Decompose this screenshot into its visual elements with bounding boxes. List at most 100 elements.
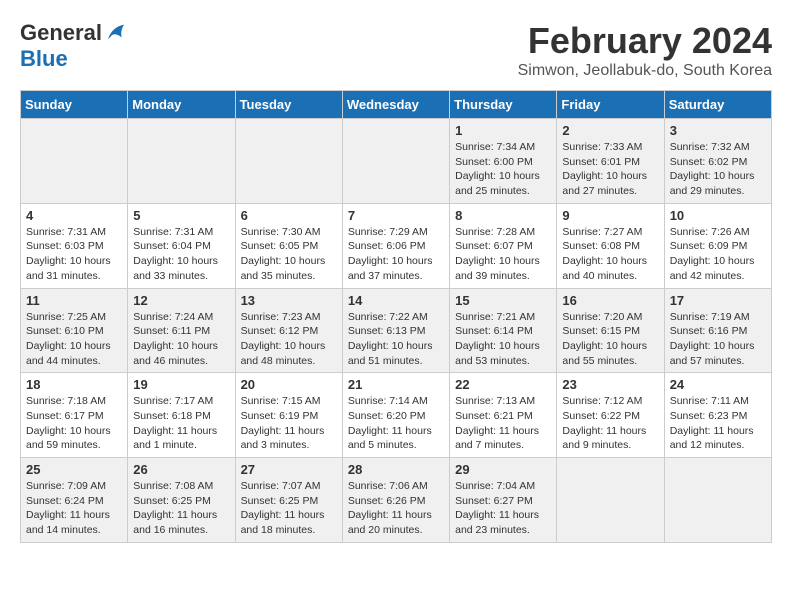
day-info: Sunrise: 7:24 AM Sunset: 6:11 PM Dayligh… — [133, 310, 229, 369]
table-row: 25 Sunrise: 7:09 AM Sunset: 6:24 PM Dayli… — [21, 458, 128, 543]
calendar-week-row: 25 Sunrise: 7:09 AM Sunset: 6:24 PM Dayli… — [21, 458, 772, 543]
header-saturday: Saturday — [664, 91, 771, 119]
table-row: 7 Sunrise: 7:29 AM Sunset: 6:06 PM Daylig… — [342, 203, 449, 288]
table-row: 15 Sunrise: 7:21 AM Sunset: 6:14 PM Dayli… — [450, 288, 557, 373]
header-friday: Friday — [557, 91, 664, 119]
day-number: 2 — [562, 123, 658, 138]
day-number: 13 — [241, 293, 337, 308]
day-number: 3 — [670, 123, 766, 138]
table-row: 12 Sunrise: 7:24 AM Sunset: 6:11 PM Dayli… — [128, 288, 235, 373]
day-info: Sunrise: 7:09 AM Sunset: 6:24 PM Dayligh… — [26, 479, 122, 538]
day-info: Sunrise: 7:31 AM Sunset: 6:04 PM Dayligh… — [133, 225, 229, 284]
calendar-week-row: 1 Sunrise: 7:34 AM Sunset: 6:00 PM Daylig… — [21, 119, 772, 204]
table-row: 23 Sunrise: 7:12 AM Sunset: 6:22 PM Dayli… — [557, 373, 664, 458]
day-number: 5 — [133, 208, 229, 223]
header-thursday: Thursday — [450, 91, 557, 119]
table-row: 1 Sunrise: 7:34 AM Sunset: 6:00 PM Daylig… — [450, 119, 557, 204]
day-number: 12 — [133, 293, 229, 308]
day-info: Sunrise: 7:21 AM Sunset: 6:14 PM Dayligh… — [455, 310, 551, 369]
day-number: 27 — [241, 462, 337, 477]
day-info: Sunrise: 7:19 AM Sunset: 6:16 PM Dayligh… — [670, 310, 766, 369]
calendar-table: Sunday Monday Tuesday Wednesday Thursday… — [20, 90, 772, 543]
table-row: 14Sunrise: 7:22 AM Sunset: 6:13 PM Dayli… — [342, 288, 449, 373]
calendar-week-row: 18 Sunrise: 7:18 AM Sunset: 6:17 PM Dayli… — [21, 373, 772, 458]
day-number: 8 — [455, 208, 551, 223]
day-number: 22 — [455, 377, 551, 392]
calendar-header-row: Sunday Monday Tuesday Wednesday Thursday… — [21, 91, 772, 119]
table-row: 2 Sunrise: 7:33 AM Sunset: 6:01 PM Daylig… — [557, 119, 664, 204]
table-row: 22 Sunrise: 7:13 AM Sunset: 6:21 PM Dayli… — [450, 373, 557, 458]
day-number: 10 — [670, 208, 766, 223]
day-number: 17 — [670, 293, 766, 308]
header-monday: Monday — [128, 91, 235, 119]
table-row — [557, 458, 664, 543]
day-number: 19 — [133, 377, 229, 392]
logo-bird-icon — [104, 23, 128, 43]
day-info: Sunrise: 7:12 AM Sunset: 6:22 PM Dayligh… — [562, 394, 658, 453]
title-section: February 2024 Simwon, Jeollabuk-do, Sout… — [518, 20, 772, 80]
day-info: Sunrise: 7:29 AM Sunset: 6:06 PM Dayligh… — [348, 225, 444, 284]
day-number: 20 — [241, 377, 337, 392]
day-info: Sunrise: 7:07 AM Sunset: 6:25 PM Dayligh… — [241, 479, 337, 538]
header-tuesday: Tuesday — [235, 91, 342, 119]
table-row — [235, 119, 342, 204]
day-number: 29 — [455, 462, 551, 477]
day-info: Sunrise: 7:30 AM Sunset: 6:05 PM Dayligh… — [241, 225, 337, 284]
day-number: 6 — [241, 208, 337, 223]
table-row: 18 Sunrise: 7:18 AM Sunset: 6:17 PM Dayli… — [21, 373, 128, 458]
table-row: 6 Sunrise: 7:30 AM Sunset: 6:05 PM Daylig… — [235, 203, 342, 288]
table-row — [21, 119, 128, 204]
table-row: 16Sunrise: 7:20 AM Sunset: 6:15 PM Dayli… — [557, 288, 664, 373]
table-row: 24 Sunrise: 7:11 AM Sunset: 6:23 PM Dayli… — [664, 373, 771, 458]
day-number: 28 — [348, 462, 444, 477]
day-number: 25 — [26, 462, 122, 477]
table-row: 26 Sunrise: 7:08 AM Sunset: 6:25 PM Dayli… — [128, 458, 235, 543]
header-sunday: Sunday — [21, 91, 128, 119]
logo-blue-text: Blue — [20, 46, 68, 71]
table-row: 5 Sunrise: 7:31 AM Sunset: 6:04 PM Daylig… — [128, 203, 235, 288]
day-info: Sunrise: 7:27 AM Sunset: 6:08 PM Dayligh… — [562, 225, 658, 284]
page-header: General Blue February 2024 Simwon, Jeoll… — [20, 20, 772, 80]
table-row: 27 Sunrise: 7:07 AM Sunset: 6:25 PM Dayli… — [235, 458, 342, 543]
day-info: Sunrise: 7:26 AM Sunset: 6:09 PM Dayligh… — [670, 225, 766, 284]
day-info: Sunrise: 7:25 AM Sunset: 6:10 PM Dayligh… — [26, 310, 122, 369]
day-info: Sunrise: 7:15 AM Sunset: 6:19 PM Dayligh… — [241, 394, 337, 453]
day-number: 26 — [133, 462, 229, 477]
table-row — [342, 119, 449, 204]
logo-general-text: General — [20, 20, 102, 46]
table-row — [664, 458, 771, 543]
header-wednesday: Wednesday — [342, 91, 449, 119]
table-row: 17 Sunrise: 7:19 AM Sunset: 6:16 PM Dayli… — [664, 288, 771, 373]
table-row: 3Sunrise: 7:32 AM Sunset: 6:02 PM Daylig… — [664, 119, 771, 204]
day-info: Sunrise: 7:14 AM Sunset: 6:20 PM Dayligh… — [348, 394, 444, 453]
day-info: Sunrise: 7:04 AM Sunset: 6:27 PM Dayligh… — [455, 479, 551, 538]
day-number: 23 — [562, 377, 658, 392]
day-number: 1 — [455, 123, 551, 138]
table-row: 19Sunrise: 7:17 AM Sunset: 6:18 PM Dayli… — [128, 373, 235, 458]
day-info: Sunrise: 7:18 AM Sunset: 6:17 PM Dayligh… — [26, 394, 122, 453]
day-number: 11 — [26, 293, 122, 308]
day-info: Sunrise: 7:13 AM Sunset: 6:21 PM Dayligh… — [455, 394, 551, 453]
day-number: 18 — [26, 377, 122, 392]
day-number: 7 — [348, 208, 444, 223]
location-text: Simwon, Jeollabuk-do, South Korea — [518, 62, 772, 80]
day-info: Sunrise: 7:28 AM Sunset: 6:07 PM Dayligh… — [455, 225, 551, 284]
day-number: 24 — [670, 377, 766, 392]
day-number: 9 — [562, 208, 658, 223]
logo: General Blue — [20, 20, 128, 72]
day-info: Sunrise: 7:11 AM Sunset: 6:23 PM Dayligh… — [670, 394, 766, 453]
day-info: Sunrise: 7:33 AM Sunset: 6:01 PM Dayligh… — [562, 140, 658, 199]
table-row — [128, 119, 235, 204]
table-row: 10 Sunrise: 7:26 AM Sunset: 6:09 PM Dayli… — [664, 203, 771, 288]
table-row: 8 Sunrise: 7:28 AM Sunset: 6:07 PM Daylig… — [450, 203, 557, 288]
table-row: 28Sunrise: 7:06 AM Sunset: 6:26 PM Dayli… — [342, 458, 449, 543]
day-info: Sunrise: 7:23 AM Sunset: 6:12 PM Dayligh… — [241, 310, 337, 369]
calendar-week-row: 11 Sunrise: 7:25 AM Sunset: 6:10 PM Dayli… — [21, 288, 772, 373]
day-number: 15 — [455, 293, 551, 308]
table-row: 13 Sunrise: 7:23 AM Sunset: 6:12 PM Dayli… — [235, 288, 342, 373]
day-number: 21 — [348, 377, 444, 392]
day-number: 16 — [562, 293, 658, 308]
day-info: Sunrise: 7:34 AM Sunset: 6:00 PM Dayligh… — [455, 140, 551, 199]
day-info: Sunrise: 7:08 AM Sunset: 6:25 PM Dayligh… — [133, 479, 229, 538]
day-info: Sunrise: 7:31 AM Sunset: 6:03 PM Dayligh… — [26, 225, 122, 284]
